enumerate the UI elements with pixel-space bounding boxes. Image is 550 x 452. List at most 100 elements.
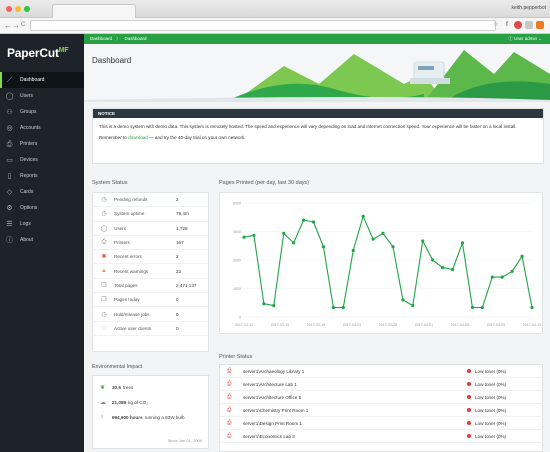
close-window-button[interactable]	[6, 6, 12, 12]
printer-status: Low toner (0%)	[475, 433, 507, 439]
status-label: Recent warnings	[114, 268, 149, 274]
sidebar-item-label: Devices	[20, 157, 38, 163]
status-row: ◯ Users 1,726	[93, 222, 208, 236]
sidebar-item-groups[interactable]: ⚇ Groups	[0, 104, 84, 120]
chart-y-tick: 0	[239, 316, 241, 320]
printer-row[interactable]: ⎙ server1\Architecture Lab 1 Low toner (0%…	[220, 378, 542, 391]
groups-icon: ⚇	[6, 108, 13, 116]
status-label: Pages today	[114, 297, 140, 303]
chart-x-tick: 2017-04-13	[523, 323, 541, 327]
printer-alert-icon: ⎙	[227, 367, 232, 374]
sidebar-item-label: Options	[20, 205, 38, 211]
about-icon: ⓘ	[6, 236, 13, 244]
chart-x-tick: 2017-03-19	[307, 323, 325, 327]
chart-point	[272, 304, 276, 308]
sidebar-item-accounts[interactable]: ◎ Accounts	[0, 120, 84, 136]
chart-point	[252, 233, 256, 237]
chart-point	[282, 231, 286, 235]
status-dot	[467, 408, 471, 412]
user-icon: ◯	[100, 225, 108, 232]
url-input[interactable]	[30, 20, 496, 31]
status-row: ❐ Pages today 0	[93, 293, 208, 308]
notice-panel: NOTICE This is a demo system with demo d…	[92, 108, 544, 164]
sidebar-item-label: About	[20, 237, 34, 243]
printer-row[interactable]: ⎙ server1\Archaeology Library 1 Low toner …	[220, 365, 542, 378]
maximize-window-button[interactable]	[24, 6, 30, 12]
download-link[interactable]: download	[128, 135, 148, 140]
status-row: ❐ Total pages 2,471,137	[93, 279, 208, 294]
extension-f-icon[interactable]: f	[503, 21, 511, 29]
dashboard-banner: Dashboard	[84, 44, 550, 102]
chart-x-tick: 2017-03-28	[379, 323, 397, 327]
status-label: Total pages	[114, 282, 138, 288]
options-icon: ⚙	[6, 204, 13, 212]
breadcrumb-dashboard[interactable]: Dashboard	[90, 36, 112, 41]
reload-icon[interactable]: C	[21, 21, 25, 30]
printer-status: Low toner (0%)	[475, 368, 507, 374]
printer-status-panel: ⎙ server1\Archaeology Library 1 Low toner …	[219, 364, 543, 452]
sidebar-item-label: Accounts	[20, 125, 41, 131]
leaf-icon: ❦	[100, 385, 106, 391]
chart-point	[500, 275, 504, 279]
printer-name[interactable]: server1\Chemistry Print Room 1	[243, 408, 467, 413]
sidebar: PaperCutMF ⟋ Dashboard ◯ Users ⚇ Groups ◎ Accou…	[0, 34, 84, 452]
status-value: 22	[176, 268, 182, 274]
sidebar-item-cards[interactable]: ◇ Cards	[0, 184, 84, 200]
system-status-title: System Status	[92, 180, 128, 186]
minimize-window-button[interactable]	[15, 6, 21, 12]
printer-name[interactable]: server1\Architecture Lab 1	[243, 382, 467, 387]
sidebar-item-about[interactable]: ⓘ About	[0, 232, 84, 248]
printer-name[interactable]: server1\Archaeology Library 1	[243, 369, 467, 374]
sidebar-item-options[interactable]: ⚙ Options	[0, 200, 84, 216]
env-bulb: ♁ 694,600 hours running a 60W bulb	[100, 414, 185, 420]
user-admin-menu[interactable]: ⓘ User admin ⌄	[508, 34, 542, 44]
printer-icon: ⎙	[101, 239, 107, 246]
printer-row[interactable]: ⎙ server1\Design Print Room 1 Low toner (0…	[220, 417, 542, 430]
sidebar-item-reports[interactable]: ▯ Reports	[0, 168, 84, 184]
back-icon[interactable]: ←	[4, 21, 12, 30]
star-icon[interactable]: ☆	[492, 21, 500, 29]
chart-point	[371, 237, 375, 241]
forward-icon[interactable]: →	[12, 21, 20, 30]
printer-status: Low toner (0%)	[475, 394, 507, 400]
chart-point	[480, 305, 484, 310]
sidebar-item-logs[interactable]: ☰ Logs	[0, 216, 84, 232]
extension-gray-icon[interactable]	[525, 21, 533, 29]
environmental-title: Environmental Impact	[92, 364, 143, 370]
warning-icon: ▲	[101, 268, 107, 275]
printer-alert-icon: ⎙	[227, 393, 232, 400]
printer-status-title: Printer Status	[219, 354, 253, 360]
breadcrumb-bar: Dashboard 〉 Dashboard ⓘ User admin ⌄	[84, 34, 550, 44]
bulb-icon: ♁	[100, 414, 105, 420]
status-dot	[467, 395, 471, 399]
extension-orange-icon[interactable]	[536, 21, 544, 29]
chart-point	[520, 254, 524, 258]
status-value: 2	[176, 254, 179, 260]
printer-status: Low toner (0%)	[475, 420, 507, 426]
sidebar-item-label: Users	[20, 93, 34, 99]
papercut-logo[interactable]: PaperCutMF	[7, 46, 69, 60]
status-row: ▲ Recent warnings 22	[93, 264, 208, 279]
notice-download-text: Remember to download — and try the 40-da…	[99, 134, 246, 140]
printer-row[interactable]: ⎙ server1\Architecture Office 5 Low toner …	[220, 391, 542, 404]
chart-point	[361, 214, 365, 218]
chart-y-tick: 4500	[233, 230, 241, 234]
sidebar-item-dashboard[interactable]: ⟋ Dashboard	[0, 72, 84, 88]
browser-user[interactable]: keith.pepperbot	[512, 5, 546, 11]
chart-point	[292, 241, 296, 245]
error-icon: ✖	[101, 254, 107, 261]
sidebar-item-users[interactable]: ◯ Users	[0, 88, 84, 104]
printer-name[interactable]: server1\Architecture Office 5	[243, 395, 467, 400]
printer-row[interactable]: ⎙ server1\Chemistry Print Room 1 Low toner…	[220, 404, 542, 417]
breadcrumb-separator: 〉	[116, 36, 121, 41]
title-bar: keith.pepperbot	[0, 0, 550, 18]
sidebar-item-printers[interactable]: ⎙ Printers	[0, 136, 84, 152]
printer-name[interactable]: server1\Design Print Room 1	[243, 421, 467, 426]
printer-row[interactable]: ⎙ server1\Economics Lab 3 Low toner (0%)	[220, 430, 542, 443]
extension-red-icon[interactable]	[514, 21, 522, 29]
browser-tab[interactable]	[52, 4, 136, 18]
sidebar-nav: ⟋ Dashboard ◯ Users ⚇ Groups ◎ Accounts ⎙ Printer…	[0, 72, 84, 248]
hold-release-icon: ◷	[101, 311, 107, 318]
sidebar-item-devices[interactable]: ▭ Devices	[0, 152, 84, 168]
printer-name[interactable]: server1\Economics Lab 3	[243, 434, 467, 439]
